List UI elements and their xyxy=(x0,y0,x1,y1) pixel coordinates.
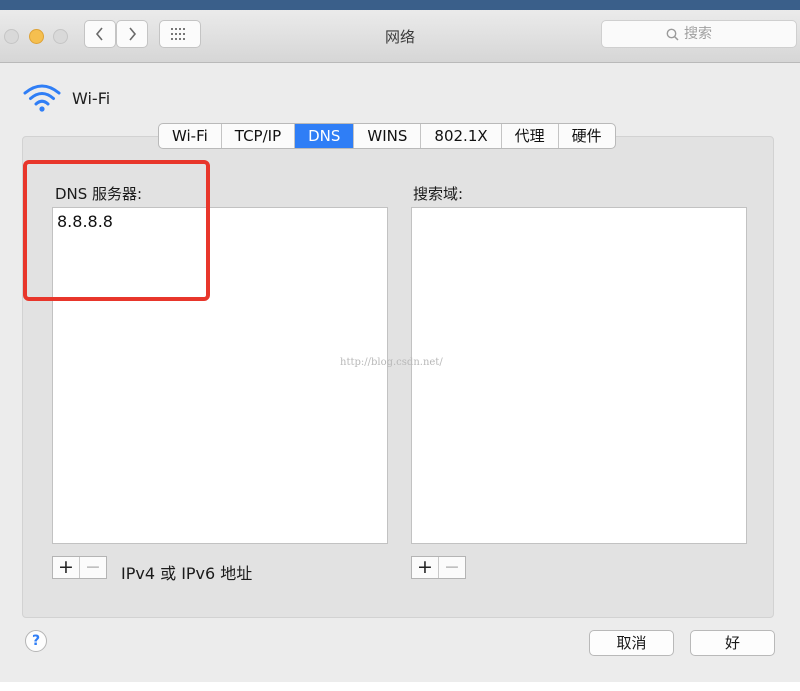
add-search-domain-button[interactable]: + xyxy=(412,557,439,578)
address-hint: IPv4 或 IPv6 地址 xyxy=(121,564,253,583)
network-preferences-window: 网络 Wi-Fi Wi-Fi TCP/IP DNS WINS 802.1X 代理… xyxy=(0,10,800,682)
tab-dns[interactable]: DNS xyxy=(295,124,355,148)
remove-search-domain-button[interactable]: − xyxy=(439,557,465,578)
desktop-menubar-strip xyxy=(0,0,800,10)
search-domains-label: 搜索域: xyxy=(413,185,464,203)
search-domains-list[interactable] xyxy=(411,207,747,544)
help-button[interactable]: ? xyxy=(25,630,47,652)
search-field[interactable] xyxy=(601,20,797,48)
dns-server-add-remove: + − xyxy=(52,556,107,579)
bottom-edge xyxy=(0,682,800,691)
tab-proxy[interactable]: 代理 xyxy=(502,124,559,148)
ok-button[interactable]: 好 xyxy=(690,630,775,656)
watermark-text: http://blog.csdn.net/ xyxy=(340,357,443,368)
search-input[interactable] xyxy=(684,24,784,44)
tab-hardware[interactable]: 硬件 xyxy=(559,124,615,148)
add-dns-server-button[interactable]: + xyxy=(53,557,80,578)
wifi-icon xyxy=(23,84,61,112)
search-icon xyxy=(666,28,679,41)
tab-wins[interactable]: WINS xyxy=(354,124,422,148)
tab-bar: Wi-Fi TCP/IP DNS WINS 802.1X 代理 硬件 xyxy=(158,123,616,149)
interface-name: Wi-Fi xyxy=(72,89,111,108)
cancel-button[interactable]: 取消 xyxy=(589,630,674,656)
tab-tcpip[interactable]: TCP/IP xyxy=(222,124,296,148)
titlebar: 网络 xyxy=(0,10,800,63)
annotation-highlight-box xyxy=(23,160,210,301)
search-domain-add-remove: + − xyxy=(411,556,466,579)
remove-dns-server-button[interactable]: − xyxy=(80,557,106,578)
tab-8021x[interactable]: 802.1X xyxy=(421,124,502,148)
tab-wifi[interactable]: Wi-Fi xyxy=(159,124,222,148)
